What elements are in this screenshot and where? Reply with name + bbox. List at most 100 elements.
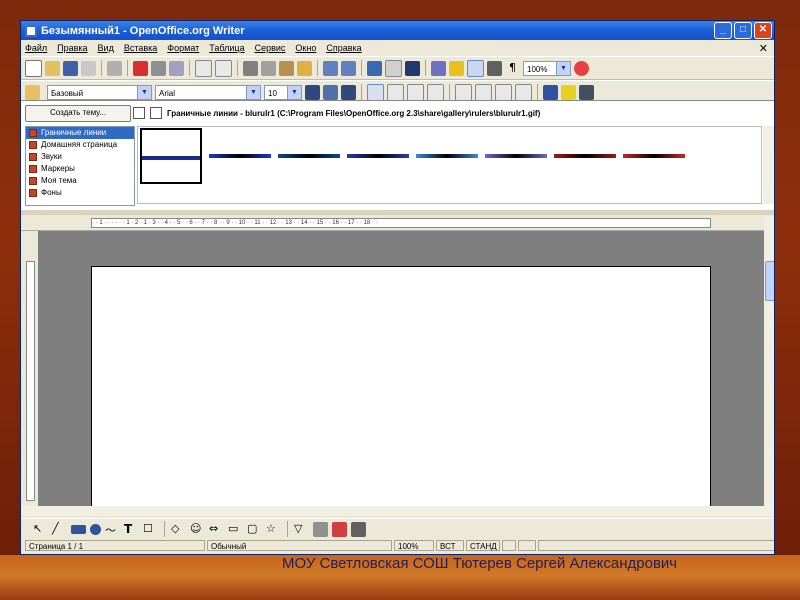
points-icon[interactable]: ▽ bbox=[294, 522, 309, 537]
gallery-item[interactable] bbox=[278, 154, 340, 158]
undo-icon[interactable] bbox=[323, 60, 338, 76]
find-replace-icon[interactable] bbox=[431, 60, 446, 76]
email-icon[interactable] bbox=[81, 60, 96, 76]
ellipse-icon[interactable] bbox=[90, 523, 101, 535]
table-icon[interactable] bbox=[385, 59, 402, 77]
menu-file[interactable]: Файл bbox=[25, 43, 47, 53]
print-icon[interactable] bbox=[151, 60, 166, 76]
italic-icon[interactable] bbox=[323, 84, 338, 100]
paragraph-style-combo[interactable]: Базовый ▼ bbox=[47, 84, 152, 100]
stars-icon[interactable]: ☆ bbox=[266, 522, 281, 537]
maximize-button[interactable]: □ bbox=[734, 22, 752, 39]
font-size-combo[interactable]: 10 ▼ bbox=[264, 84, 302, 100]
create-theme-button[interactable]: Создать тему... bbox=[25, 105, 131, 122]
status-selection-mode[interactable]: СТАНД bbox=[466, 540, 500, 551]
vertical-scrollbar[interactable] bbox=[764, 216, 774, 516]
symbol-shapes-icon[interactable]: ☺ bbox=[190, 522, 205, 537]
gallery-item[interactable] bbox=[347, 154, 409, 158]
callouts-icon[interactable]: ▢ bbox=[247, 522, 262, 537]
format-paintbrush-icon[interactable] bbox=[297, 60, 312, 76]
menu-edit[interactable]: Правка bbox=[57, 43, 87, 53]
gallery-item[interactable] bbox=[209, 154, 271, 158]
scroll-thumb[interactable] bbox=[765, 261, 774, 301]
close-document-button[interactable]: ✕ bbox=[759, 42, 768, 55]
menu-insert[interactable]: Вставка bbox=[124, 43, 157, 53]
paste-icon[interactable] bbox=[279, 60, 294, 76]
gallery-item[interactable] bbox=[485, 154, 547, 158]
redo-icon[interactable] bbox=[341, 60, 356, 76]
font-name-combo[interactable]: Arial ▼ bbox=[155, 84, 261, 100]
new-document-icon[interactable] bbox=[25, 59, 42, 77]
navigator-icon[interactable] bbox=[449, 60, 464, 76]
cut-icon[interactable] bbox=[243, 60, 258, 76]
icon-view-icon[interactable] bbox=[133, 107, 145, 119]
menu-tools[interactable]: Сервис bbox=[255, 43, 286, 53]
highlight-icon[interactable] bbox=[561, 84, 576, 100]
autospellcheck-icon[interactable] bbox=[215, 59, 232, 77]
bullets-icon[interactable] bbox=[475, 83, 492, 101]
gallery-item[interactable] bbox=[623, 154, 685, 158]
theme-item[interactable]: Звуки bbox=[26, 151, 134, 163]
save-icon[interactable] bbox=[63, 60, 78, 76]
edit-file-icon[interactable] bbox=[107, 60, 122, 76]
data-sources-icon[interactable] bbox=[487, 60, 502, 76]
styles-formatting-icon[interactable] bbox=[25, 84, 40, 100]
block-arrows-icon[interactable]: ⇔ bbox=[209, 522, 224, 537]
select-icon[interactable]: ↖ bbox=[33, 522, 48, 537]
menu-help[interactable]: Справка bbox=[326, 43, 361, 53]
menu-window[interactable]: Окно bbox=[295, 43, 316, 53]
gallery-item[interactable] bbox=[140, 128, 202, 184]
gallery-icon[interactable] bbox=[467, 59, 484, 77]
underline-icon[interactable] bbox=[341, 84, 356, 100]
align-right-icon[interactable] bbox=[407, 83, 424, 101]
text-icon[interactable]: T bbox=[124, 522, 139, 537]
hyperlink-icon[interactable] bbox=[367, 60, 382, 76]
theme-item[interactable]: Фоны bbox=[26, 187, 134, 199]
theme-item[interactable]: Граничные линии bbox=[26, 127, 134, 139]
basic-shapes-icon[interactable]: ◇ bbox=[171, 522, 186, 537]
gallery-scrollbar[interactable] bbox=[763, 126, 774, 204]
background-color-icon[interactable] bbox=[579, 84, 594, 100]
menu-format[interactable]: Формат bbox=[167, 43, 199, 53]
horizontal-ruler[interactable]: · · 1 · · · · · · 1 · 2 · 1 · 3 · · 4 · … bbox=[21, 216, 764, 231]
zoom-combo[interactable]: 100% ▼ bbox=[523, 60, 571, 76]
open-icon[interactable] bbox=[45, 60, 60, 76]
callout-icon[interactable]: ☐ bbox=[143, 522, 158, 537]
print-preview-icon[interactable] bbox=[169, 60, 184, 76]
bold-icon[interactable] bbox=[305, 84, 320, 100]
flowchart-icon[interactable]: ▭ bbox=[228, 522, 243, 537]
help-icon[interactable] bbox=[574, 60, 589, 76]
nonprinting-chars-icon[interactable]: ¶ bbox=[505, 61, 520, 76]
minimize-button[interactable]: _ bbox=[714, 22, 732, 39]
fontwork-icon[interactable] bbox=[332, 521, 347, 537]
spellcheck-icon[interactable] bbox=[195, 59, 212, 77]
justify-icon[interactable] bbox=[427, 83, 444, 101]
status-zoom[interactable]: 100% bbox=[394, 540, 434, 551]
gallery-item[interactable] bbox=[554, 154, 616, 158]
from-file-icon[interactable] bbox=[313, 521, 328, 537]
theme-item[interactable]: Моя тема bbox=[26, 175, 134, 187]
status-insert-mode[interactable]: ВСТ bbox=[436, 540, 464, 551]
rectangle-icon[interactable] bbox=[71, 524, 86, 534]
font-color-icon[interactable] bbox=[543, 84, 558, 100]
align-center-icon[interactable] bbox=[387, 83, 404, 101]
line-icon[interactable]: ╱ bbox=[52, 522, 67, 537]
copy-icon[interactable] bbox=[261, 60, 276, 76]
title-bar[interactable]: Безымянный1 - OpenOffice.org Writer _ □ … bbox=[21, 21, 774, 40]
vertical-ruler[interactable] bbox=[21, 231, 38, 506]
decrease-indent-icon[interactable] bbox=[495, 83, 512, 101]
align-left-icon[interactable] bbox=[367, 83, 384, 101]
document-page[interactable] bbox=[91, 266, 711, 516]
close-button[interactable]: ✕ bbox=[754, 22, 772, 39]
theme-item[interactable]: Маркеры bbox=[26, 163, 134, 175]
increase-indent-icon[interactable] bbox=[515, 83, 532, 101]
extrusion-icon[interactable] bbox=[351, 521, 366, 537]
export-pdf-icon[interactable] bbox=[133, 60, 148, 76]
horizontal-scrollbar[interactable] bbox=[21, 506, 774, 516]
numbering-icon[interactable] bbox=[455, 83, 472, 101]
menu-table[interactable]: Таблица bbox=[209, 43, 244, 53]
curve-icon[interactable]: 〜 bbox=[105, 522, 120, 537]
detailed-view-icon[interactable] bbox=[150, 107, 162, 119]
menu-view[interactable]: Вид bbox=[98, 43, 114, 53]
gallery-item[interactable] bbox=[416, 154, 478, 158]
